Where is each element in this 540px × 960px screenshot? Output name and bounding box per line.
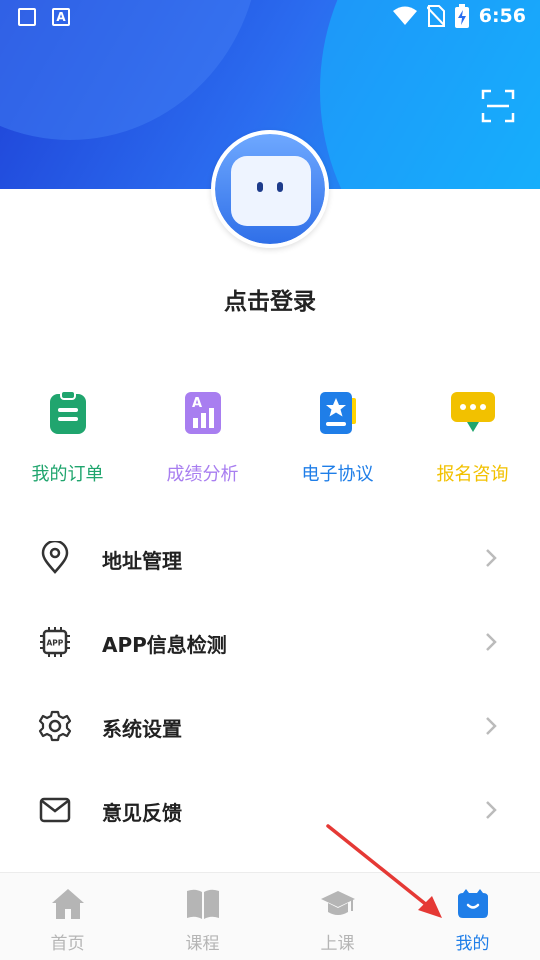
home-icon: [52, 889, 84, 919]
gear-icon: [38, 710, 72, 742]
profile-icon: [458, 889, 488, 918]
battery-charging-icon: [454, 4, 469, 28]
avatar-mascot: [231, 156, 311, 226]
status-time: 6:56: [478, 5, 526, 27]
chevron-right-icon: [486, 801, 497, 819]
font-icon: A: [52, 8, 70, 26]
menu-item-feedback[interactable]: 意见反馈: [0, 769, 540, 853]
tab-label: 我的: [455, 934, 490, 954]
chevron-right-icon: [486, 717, 497, 735]
menu-item-label: 系统设置: [102, 717, 182, 741]
scan-icon[interactable]: [481, 89, 515, 123]
quick-action-consult[interactable]: 报名咨询: [405, 388, 540, 486]
tab-mine[interactable]: 我的: [405, 873, 540, 960]
chip-icon: APP: [40, 627, 70, 657]
no-sim-icon: [426, 5, 445, 27]
mail-icon: [39, 797, 71, 823]
chevron-right-icon: [486, 633, 497, 651]
graduation-cap-icon: [321, 891, 355, 915]
svg-text:APP: APP: [47, 639, 64, 648]
quick-action-grades[interactable]: A 成绩分析: [135, 388, 270, 486]
wifi-icon: [392, 6, 417, 25]
menu-item-label: 意见反馈: [102, 801, 182, 825]
menu-item-label: APP信息检测: [102, 633, 227, 657]
quick-action-label: 我的订单: [31, 464, 104, 485]
quick-action-orders[interactable]: 我的订单: [0, 388, 135, 486]
quick-action-label: 成绩分析: [166, 464, 239, 485]
avatar-eye: [257, 182, 263, 192]
chat-icon: [450, 392, 495, 432]
chart-icon: A: [184, 392, 221, 434]
status-bar: A 6:56: [0, 0, 540, 36]
agreement-icon: [319, 392, 356, 434]
image-icon: [18, 8, 36, 26]
quick-action-label: 报名咨询: [436, 464, 509, 485]
bottom-tab-bar: 首页 课程 上课 我的: [0, 873, 540, 960]
tab-home[interactable]: 首页: [0, 873, 135, 960]
clipboard-icon: [49, 390, 86, 434]
menu-item-label: 地址管理: [102, 549, 182, 573]
svg-text:A: A: [192, 396, 202, 411]
quick-actions: 我的订单 A 成绩分析 电子协议 报名咨询: [0, 388, 540, 488]
menu-item-settings[interactable]: 系统设置: [0, 685, 540, 769]
menu-item-app-check[interactable]: APP APP信息检测: [0, 601, 540, 685]
login-prompt[interactable]: 点击登录: [0, 282, 540, 316]
avatar-eye: [277, 182, 283, 192]
tab-class[interactable]: 上课: [270, 873, 405, 960]
tab-label: 课程: [185, 934, 220, 954]
location-icon: [41, 541, 69, 574]
tab-label: 上课: [320, 934, 355, 954]
quick-action-agreement[interactable]: 电子协议: [270, 388, 405, 486]
tab-label: 首页: [50, 934, 85, 954]
book-icon: [187, 889, 219, 919]
menu-item-address[interactable]: 地址管理: [0, 517, 540, 601]
quick-action-label: 电子协议: [301, 464, 374, 485]
chevron-right-icon: [486, 549, 497, 567]
tab-courses[interactable]: 课程: [135, 873, 270, 960]
avatar[interactable]: [211, 130, 329, 248]
